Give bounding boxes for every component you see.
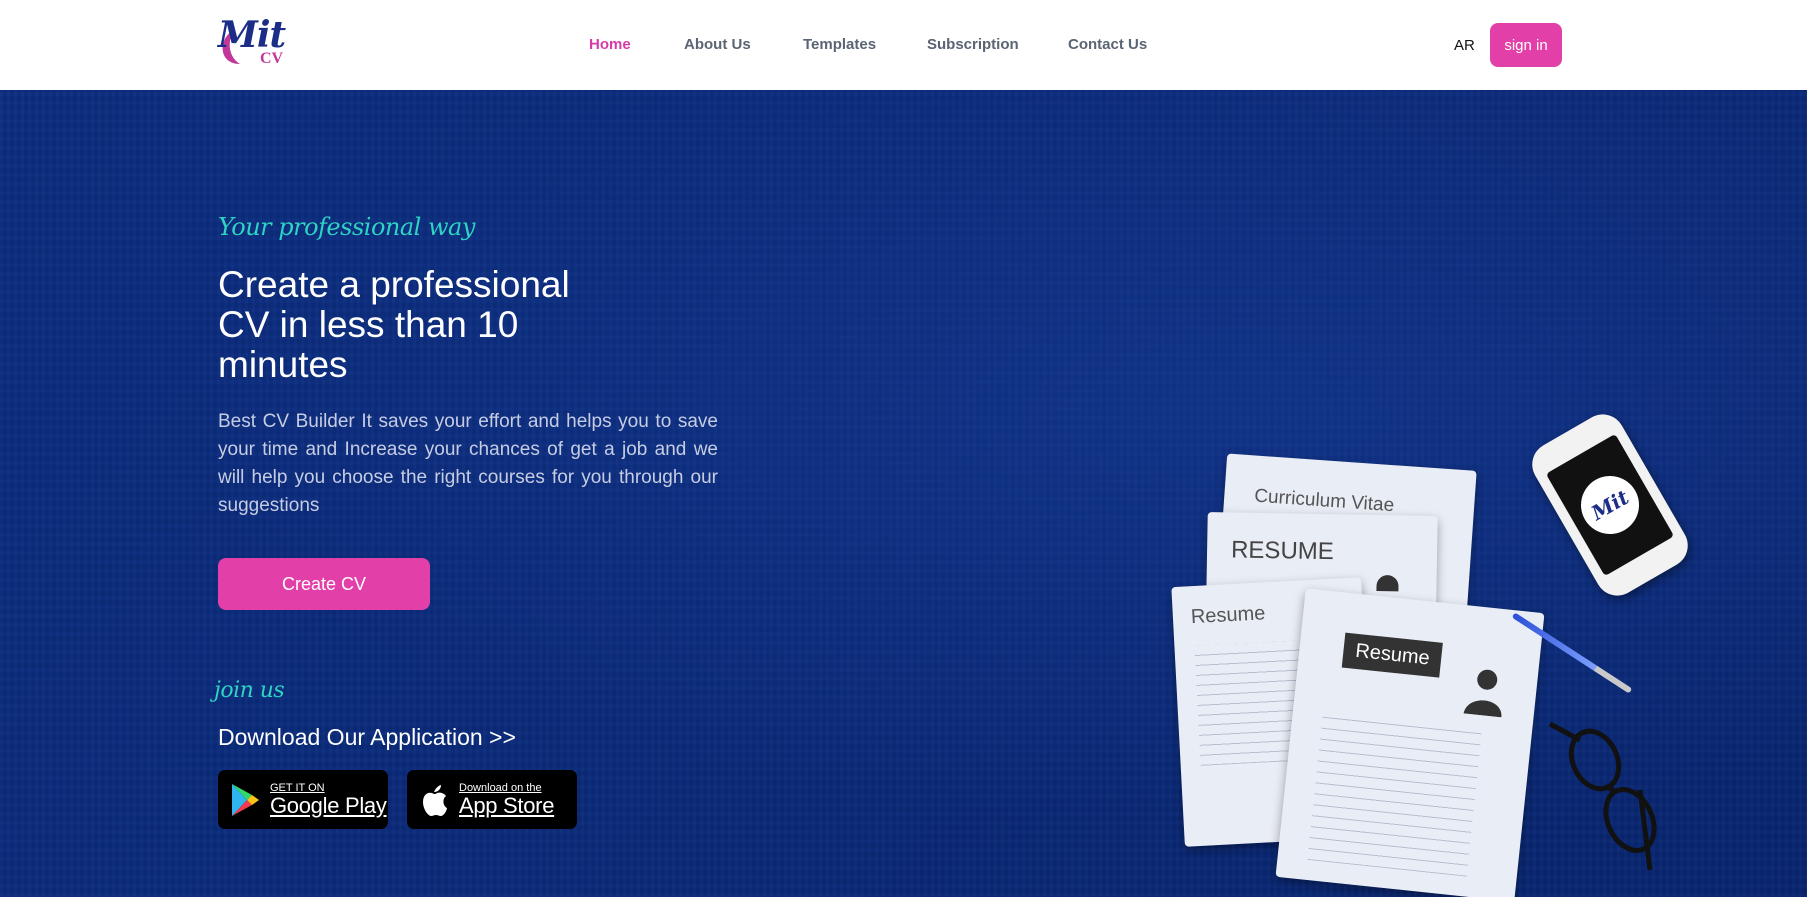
google-play-big-text: Google Play (270, 792, 387, 818)
nav-about-us[interactable]: About Us (684, 36, 751, 53)
app-store-small-text: Download on the (459, 781, 542, 794)
paper-resume-right: Resume (1275, 588, 1545, 897)
resume-photo-icon (1376, 574, 1399, 592)
paper-resume-right-text: Resume (1341, 632, 1444, 678)
language-toggle[interactable]: AR (1454, 37, 1475, 54)
hero-tagline: Your professional way (218, 213, 475, 241)
nav-templates[interactable]: Templates (803, 36, 876, 53)
nav-home[interactable]: Home (589, 36, 631, 53)
app-store-big-text: App Store (459, 792, 555, 818)
create-cv-button[interactable]: Create CV (218, 558, 430, 610)
sign-in-button[interactable]: sign in (1490, 23, 1562, 67)
apple-icon (417, 781, 451, 819)
app-store-badge[interactable]: Download on the App Store (407, 770, 577, 829)
eyeglasses-icon (1548, 721, 1657, 871)
phone-screen: Mit (1545, 433, 1675, 577)
nav-subscription[interactable]: Subscription (927, 36, 1019, 53)
text-lines-right (1307, 710, 1483, 877)
download-app-heading: Download Our Application >> (218, 724, 516, 750)
hero-headline: Create a professional CV in less than 10… (218, 264, 570, 385)
hero-section: Your professional way Create a professio… (0, 90, 1807, 897)
top-header: Mit CV Home About Us Templates Subscript… (0, 0, 1807, 90)
join-us-label: join us (214, 678, 285, 703)
nav-contact-us[interactable]: Contact Us (1068, 36, 1147, 53)
resume-avatar-icon (1462, 663, 1507, 718)
logo-subtext: CV (260, 50, 284, 67)
paper-resume-upper-text: RESUME (1230, 536, 1335, 566)
paper-resume-left-text: Resume (1190, 602, 1266, 629)
phone-app-logo: Mit (1570, 465, 1650, 545)
mitcv-logo[interactable]: Mit CV (216, 14, 288, 72)
google-play-small-text: GET IT ON (270, 781, 325, 794)
resume-illustration: Curriculum Vitae RESUME Resume Resume Mi… (1160, 406, 1720, 897)
smartphone: Mit (1524, 406, 1696, 604)
google-play-icon (228, 781, 262, 819)
google-play-badge[interactable]: GET IT ON Google Play (218, 770, 388, 829)
hero-description: Best CV Builder It saves your effort and… (218, 411, 718, 516)
